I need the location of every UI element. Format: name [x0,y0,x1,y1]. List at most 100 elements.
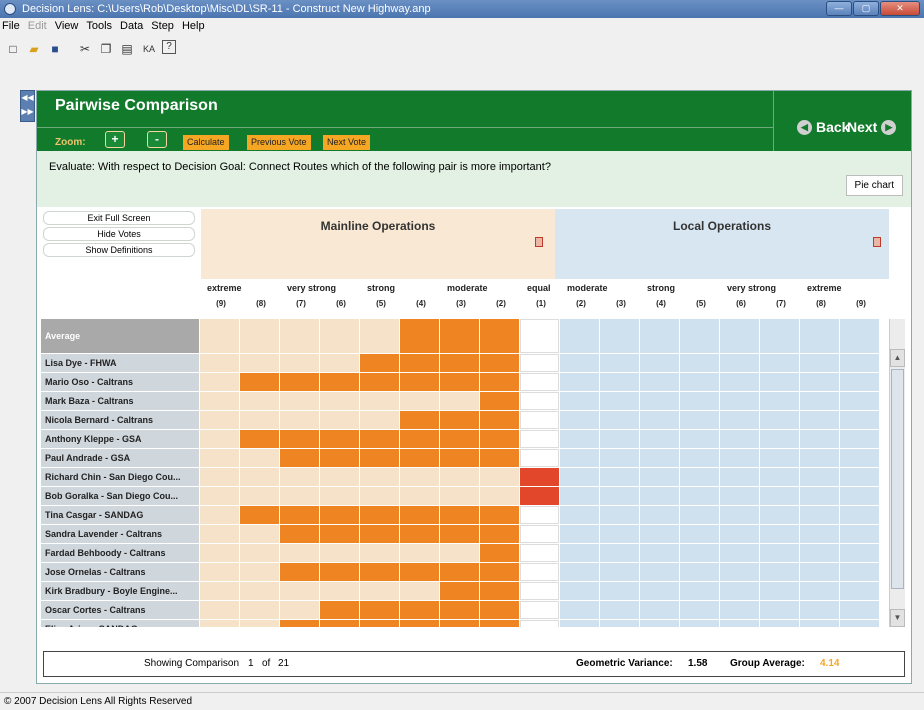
vote-cell[interactable] [320,392,359,410]
vote-cell[interactable] [320,468,359,486]
menu-data[interactable]: Data [120,20,143,32]
back-button[interactable]: ◀ Back [793,119,849,135]
vote-cell[interactable] [320,373,359,391]
vote-cell[interactable] [640,430,679,448]
vote-cell[interactable] [480,468,519,486]
vote-cell[interactable] [560,392,599,410]
show-definitions-button[interactable]: Show Definitions [43,243,195,257]
vote-cell[interactable] [560,411,599,429]
vote-cell[interactable] [400,620,439,627]
vote-cell[interactable] [800,354,839,372]
vote-cell[interactable] [320,544,359,562]
vote-cell[interactable] [520,525,559,543]
vote-cell[interactable] [320,354,359,372]
vote-cell[interactable] [200,620,239,627]
ka-button[interactable]: KA [139,40,159,58]
vote-cell[interactable] [520,430,559,448]
vote-cell[interactable] [680,487,719,505]
vote-cell[interactable] [520,449,559,467]
vote-cell[interactable] [640,354,679,372]
vote-cell[interactable] [800,392,839,410]
vote-cell[interactable] [360,354,399,372]
vote-cell[interactable] [760,468,799,486]
vote-cell[interactable] [440,563,479,581]
vote-cell[interactable] [440,487,479,505]
vote-cell[interactable] [200,449,239,467]
vote-cell[interactable] [720,373,759,391]
vote-cell[interactable] [800,506,839,524]
vote-cell[interactable] [720,392,759,410]
vote-cell[interactable] [720,582,759,600]
vote-cell[interactable] [280,563,319,581]
vote-cell[interactable] [600,601,639,619]
vote-cell[interactable] [720,468,759,486]
vote-cell[interactable] [720,620,759,627]
vote-cell[interactable] [320,430,359,448]
vote-cell[interactable] [320,411,359,429]
vote-cell[interactable] [480,563,519,581]
vote-cell[interactable] [640,468,679,486]
vote-cell[interactable] [440,430,479,448]
next-button[interactable]: Next ▶ [847,119,900,135]
vote-cell[interactable] [440,392,479,410]
vote-cell[interactable] [800,430,839,448]
vote-cell[interactable] [760,319,799,353]
vote-cell[interactable] [720,563,759,581]
vote-cell[interactable] [760,582,799,600]
vote-cell[interactable] [560,506,599,524]
vote-cell[interactable] [200,582,239,600]
vote-cell[interactable] [720,506,759,524]
vote-cell[interactable] [400,392,439,410]
vote-cell[interactable] [640,392,679,410]
vote-cell[interactable] [200,411,239,429]
vote-cell[interactable] [720,544,759,562]
vote-cell[interactable] [240,392,279,410]
vote-cell[interactable] [520,373,559,391]
vote-cell[interactable] [240,620,279,627]
vote-cell[interactable] [640,487,679,505]
vote-cell[interactable] [480,506,519,524]
vote-cell[interactable] [800,487,839,505]
vote-cell[interactable] [200,430,239,448]
vote-cell[interactable] [280,373,319,391]
vote-cell[interactable] [600,373,639,391]
vote-cell[interactable] [720,525,759,543]
vote-cell[interactable] [600,525,639,543]
scroll-up-icon[interactable]: ▲ [890,349,905,367]
zoom-in-button[interactable]: + [105,131,125,148]
vote-cell[interactable] [840,487,879,505]
vote-cell[interactable] [640,373,679,391]
vote-cell[interactable] [680,449,719,467]
vote-cell[interactable] [840,430,879,448]
vote-cell[interactable] [520,411,559,429]
vote-cell[interactable] [800,544,839,562]
vote-cell[interactable] [600,582,639,600]
vote-cell[interactable] [440,620,479,627]
vote-cell[interactable] [360,544,399,562]
vote-cell[interactable] [280,449,319,467]
new-file-icon[interactable]: □ [4,40,22,58]
vote-cell[interactable] [840,506,879,524]
menu-help[interactable]: Help [182,20,205,32]
vote-cell[interactable] [640,563,679,581]
vote-cell[interactable] [440,582,479,600]
vote-cell[interactable] [680,525,719,543]
vote-cell[interactable] [800,411,839,429]
vote-cell[interactable] [720,601,759,619]
vote-cell[interactable] [680,544,719,562]
vote-cell[interactable] [400,468,439,486]
vote-cell[interactable] [200,563,239,581]
vote-cell[interactable] [240,563,279,581]
vote-cell[interactable] [240,319,279,353]
vote-cell[interactable] [400,487,439,505]
vote-cell[interactable] [480,620,519,627]
vote-cell[interactable] [240,468,279,486]
vote-cell[interactable] [440,354,479,372]
vote-cell[interactable] [520,620,559,627]
vote-cell[interactable] [240,487,279,505]
vote-cell[interactable] [840,620,879,627]
vote-cell[interactable] [280,392,319,410]
vote-cell[interactable] [480,373,519,391]
vote-cell[interactable] [200,392,239,410]
vote-cell[interactable] [680,468,719,486]
